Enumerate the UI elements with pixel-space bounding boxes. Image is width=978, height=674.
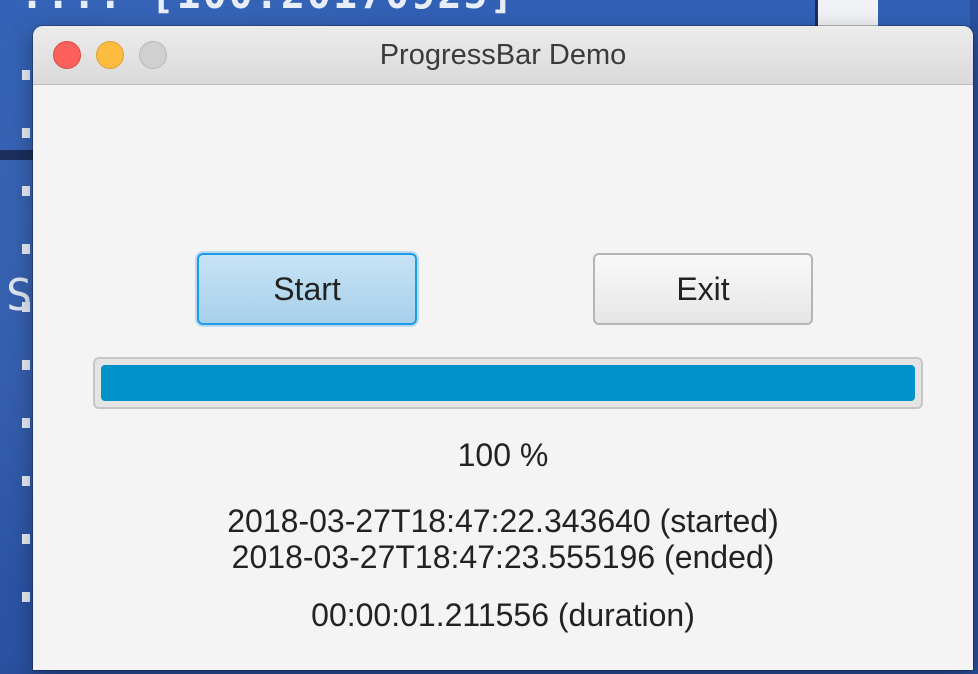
- window-content: Start Exit 100 % 2018-03-27T18:47:22.343…: [33, 85, 973, 670]
- background-bullet: [22, 186, 30, 196]
- background-bullets: [22, 70, 30, 650]
- background-window-corner: [815, 0, 878, 26]
- progress-bar-fill: [101, 365, 915, 401]
- background-bullet: [22, 592, 30, 602]
- background-bullet: [22, 534, 30, 544]
- background-bullet: [22, 128, 30, 138]
- background-bullet: [22, 70, 30, 80]
- progress-bar: [93, 357, 923, 409]
- background-bullet: [22, 418, 30, 428]
- window-title: ProgressBar Demo: [379, 39, 627, 71]
- background-bullet: [22, 360, 30, 370]
- background-bullet: [22, 476, 30, 486]
- background-bullet: [22, 244, 30, 254]
- started-timestamp: 2018-03-27T18:47:22.343640 (started): [227, 503, 779, 539]
- duration-label: 00:00:01.211556 (duration): [311, 597, 695, 633]
- background-letter: S: [6, 270, 33, 321]
- background-terminal-header: :::: [100:20170925]: [20, 0, 516, 18]
- start-button[interactable]: Start: [197, 253, 417, 325]
- exit-button[interactable]: Exit: [593, 253, 813, 325]
- title-bar[interactable]: ProgressBar Demo: [33, 26, 973, 85]
- progress-percent-label: 100 %: [457, 437, 549, 473]
- progressbar-demo-window: ProgressBar Demo Start Exit 100 % 2018-0…: [33, 26, 973, 670]
- ended-timestamp: 2018-03-27T18:47:23.555196 (ended): [231, 539, 775, 575]
